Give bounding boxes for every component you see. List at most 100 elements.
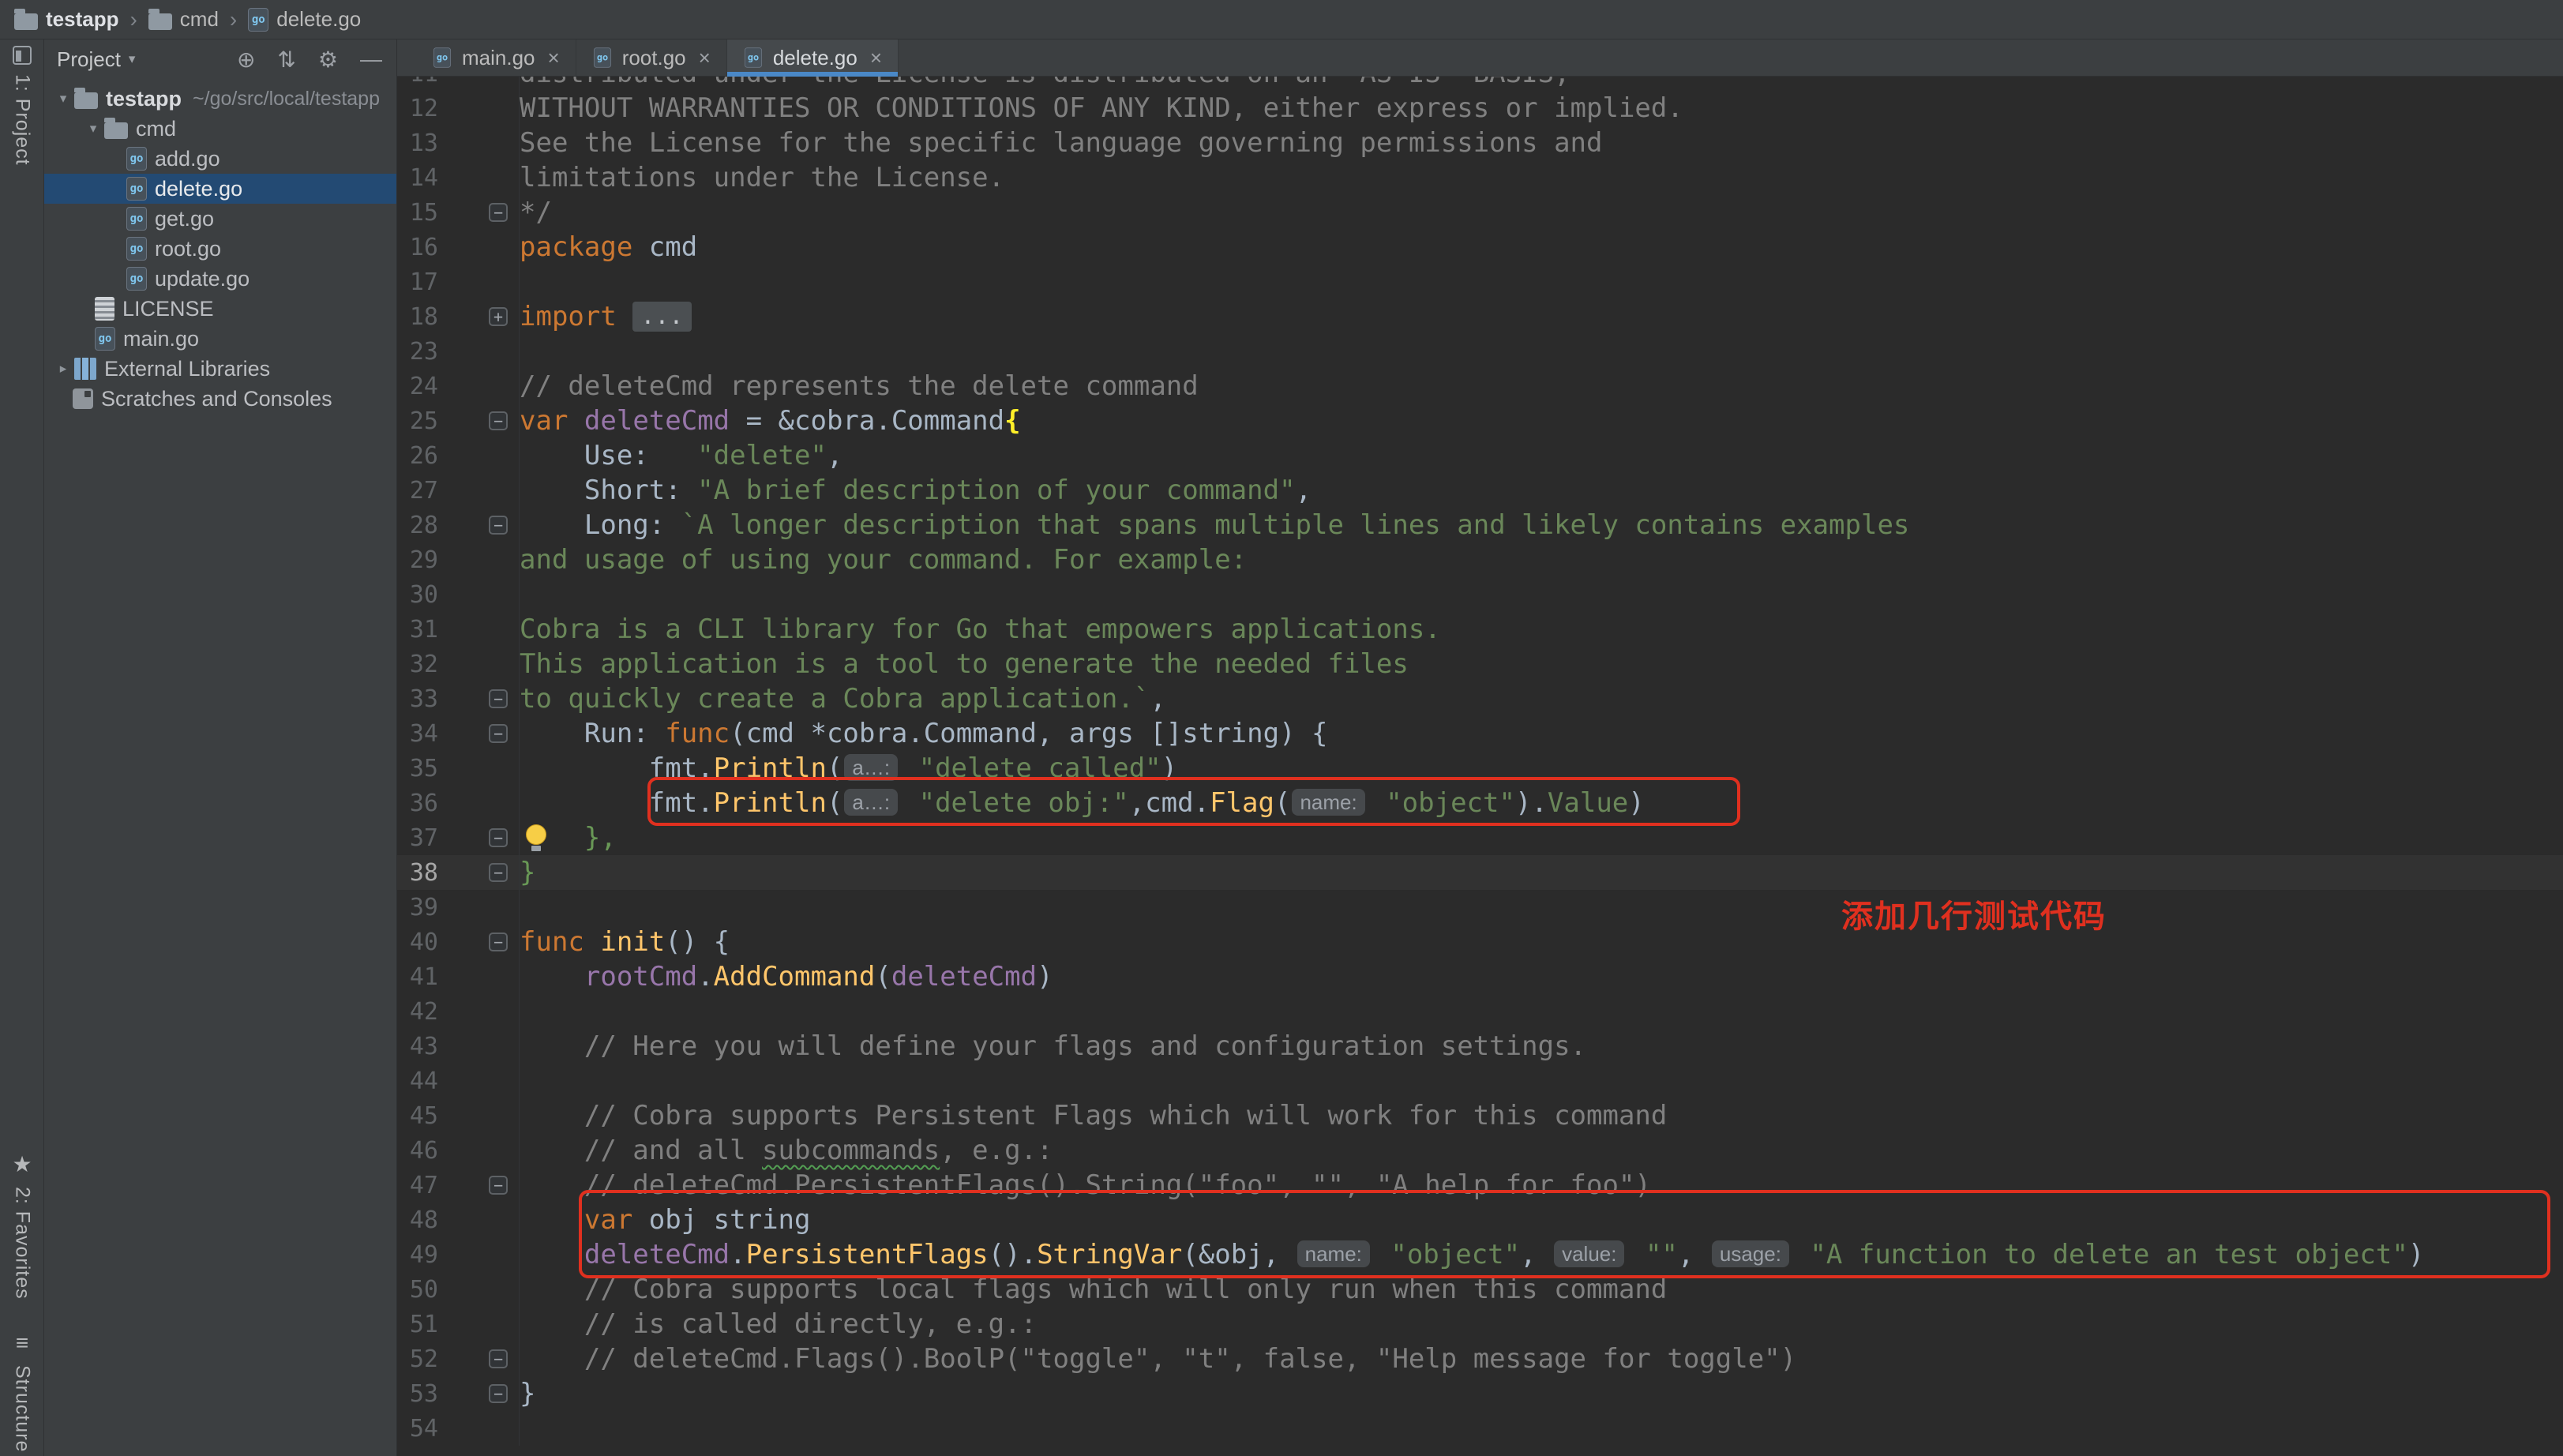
line-number[interactable]: 45: [397, 1102, 438, 1130]
code-line-34[interactable]: 34− Run: func(cmd *cobra.Command, args […: [397, 716, 2563, 751]
line-number[interactable]: 13: [397, 129, 438, 157]
fold-collapse-icon[interactable]: −: [489, 1384, 508, 1403]
breadcrumb-item-testapp[interactable]: testapp: [14, 7, 118, 32]
project-tree-item-main.go[interactable]: gomain.go: [44, 324, 396, 354]
code-line-24[interactable]: 24// deleteCmd represents the delete com…: [397, 369, 2563, 403]
breadcrumb-item-cmd[interactable]: cmd: [148, 7, 219, 32]
code-line-31[interactable]: 31Cobra is a CLI library for Go that emp…: [397, 612, 2563, 647]
line-number[interactable]: 32: [397, 651, 438, 678]
chevron-open-icon[interactable]: ▾: [82, 121, 104, 137]
code-line-17[interactable]: 17: [397, 265, 2563, 299]
code-line-35[interactable]: 35 fmt.Println(a…: "delete called"): [397, 751, 2563, 786]
line-number[interactable]: 15: [397, 199, 438, 227]
line-number[interactable]: 48: [397, 1206, 438, 1234]
project-tree-item-add.go[interactable]: goadd.go: [44, 144, 396, 174]
folded-region[interactable]: ...: [632, 302, 691, 332]
line-number[interactable]: 29: [397, 546, 438, 574]
code-line-44[interactable]: 44: [397, 1064, 2563, 1098]
project-tree-item-Scratches and Consoles[interactable]: Scratches and Consoles: [44, 384, 396, 414]
code-line-37[interactable]: 37− },: [397, 820, 2563, 855]
code-line-14[interactable]: 14limitations under the License.: [397, 160, 2563, 195]
stripe-button-structure[interactable]: ≡ Structure: [0, 1330, 44, 1452]
project-panel-title[interactable]: Project: [57, 47, 121, 72]
code-line-16[interactable]: 16package cmd: [397, 230, 2563, 265]
fold-collapse-icon[interactable]: −: [489, 863, 508, 882]
locate-icon[interactable]: ⊕: [237, 47, 255, 73]
chevron-closed-icon[interactable]: ▸: [52, 361, 74, 377]
line-number[interactable]: 11: [397, 77, 438, 88]
close-icon[interactable]: ×: [548, 46, 560, 70]
line-number[interactable]: 35: [397, 755, 438, 782]
line-number[interactable]: 33: [397, 685, 438, 713]
line-number[interactable]: 30: [397, 581, 438, 609]
project-tree-item-delete.go[interactable]: godelete.go: [44, 174, 396, 204]
settings-icon[interactable]: ⚙: [318, 47, 338, 73]
chevron-down-icon[interactable]: ▾: [129, 51, 136, 67]
stripe-button-favorites[interactable]: ★ 2: Favorites: [0, 1151, 44, 1300]
code-line-27[interactable]: 27 Short: "A brief description of your c…: [397, 473, 2563, 508]
code-line-32[interactable]: 32This application is a tool to generate…: [397, 647, 2563, 681]
line-number[interactable]: 37: [397, 824, 438, 852]
code-line-28[interactable]: 28− Long: `A longer description that spa…: [397, 508, 2563, 542]
hide-icon[interactable]: —: [360, 47, 382, 72]
fold-expand-icon[interactable]: +: [489, 307, 508, 326]
code-line-49[interactable]: 49 deleteCmd.PersistentFlags().StringVar…: [397, 1237, 2563, 1272]
code-line-41[interactable]: 41 rootCmd.AddCommand(deleteCmd): [397, 959, 2563, 994]
line-number[interactable]: 31: [397, 616, 438, 644]
chevron-open-icon[interactable]: ▾: [52, 91, 74, 107]
project-tree-item-get.go[interactable]: goget.go: [44, 204, 396, 234]
fold-collapse-icon[interactable]: −: [489, 203, 508, 222]
line-number[interactable]: 44: [397, 1068, 438, 1095]
intention-bulb-icon[interactable]: [526, 824, 546, 851]
line-number[interactable]: 27: [397, 477, 438, 505]
tab-root.go[interactable]: goroot.go×: [576, 39, 727, 76]
code-line-38[interactable]: 38−}: [397, 855, 2563, 890]
code-line-51[interactable]: 51 // is called directly, e.g.:: [397, 1307, 2563, 1342]
close-icon[interactable]: ×: [870, 46, 882, 70]
code-line-54[interactable]: 54: [397, 1411, 2563, 1446]
tab-delete.go[interactable]: godelete.go×: [727, 39, 899, 76]
code-line-15[interactable]: 15−*/: [397, 195, 2563, 230]
line-number[interactable]: 54: [397, 1415, 438, 1443]
line-number[interactable]: 23: [397, 338, 438, 366]
breadcrumb-item-delete.go[interactable]: godelete.go: [248, 7, 361, 32]
code-line-42[interactable]: 42: [397, 994, 2563, 1029]
code-line-26[interactable]: 26 Use: "delete",: [397, 438, 2563, 473]
project-tree-item-testapp[interactable]: ▾testapp~/go/src/local/testapp: [44, 84, 396, 114]
code-line-23[interactable]: 23: [397, 334, 2563, 369]
collapse-all-icon[interactable]: ⇅: [277, 47, 295, 73]
line-number[interactable]: 18: [397, 303, 438, 331]
fold-collapse-icon[interactable]: −: [489, 933, 508, 951]
line-number[interactable]: 26: [397, 442, 438, 470]
code-line-45[interactable]: 45 // Cobra supports Persistent Flags wh…: [397, 1098, 2563, 1133]
line-number[interactable]: 16: [397, 234, 438, 261]
line-number[interactable]: 51: [397, 1311, 438, 1338]
line-number[interactable]: 34: [397, 720, 438, 748]
line-number[interactable]: 42: [397, 998, 438, 1026]
code-line-30[interactable]: 30: [397, 577, 2563, 612]
line-number[interactable]: 43: [397, 1033, 438, 1060]
line-number[interactable]: 25: [397, 407, 438, 435]
stripe-button-project[interactable]: 1: Project: [0, 46, 44, 166]
code-line-50[interactable]: 50 // Cobra supports local flags which w…: [397, 1272, 2563, 1307]
code-line-12[interactable]: 12WITHOUT WARRANTIES OR CONDITIONS OF AN…: [397, 91, 2563, 126]
project-tree-item-External Libraries[interactable]: ▸External Libraries: [44, 354, 396, 384]
project-tree-item-root.go[interactable]: goroot.go: [44, 234, 396, 264]
line-number[interactable]: 28: [397, 512, 438, 539]
line-number[interactable]: 50: [397, 1276, 438, 1304]
code-line-39[interactable]: 39: [397, 890, 2563, 925]
code-line-25[interactable]: 25−var deleteCmd = &cobra.Command{: [397, 403, 2563, 438]
line-number[interactable]: 41: [397, 963, 438, 991]
code-line-36[interactable]: 36 fmt.Println(a…: "delete obj:",cmd.Fla…: [397, 786, 2563, 820]
close-icon[interactable]: ×: [699, 46, 711, 70]
code-line-11[interactable]: 11distributed under the License is distr…: [397, 77, 2563, 91]
code-line-52[interactable]: 52− // deleteCmd.Flags().BoolP("toggle",…: [397, 1342, 2563, 1376]
line-number[interactable]: 39: [397, 894, 438, 921]
project-tree-item-update.go[interactable]: goupdate.go: [44, 264, 396, 294]
fold-collapse-icon[interactable]: −: [489, 689, 508, 708]
line-number[interactable]: 14: [397, 164, 438, 192]
code-line-48[interactable]: 48 var obj string: [397, 1203, 2563, 1237]
fold-collapse-icon[interactable]: −: [489, 828, 508, 847]
line-number[interactable]: 17: [397, 268, 438, 296]
project-tree-item-LICENSE[interactable]: LICENSE: [44, 294, 396, 324]
